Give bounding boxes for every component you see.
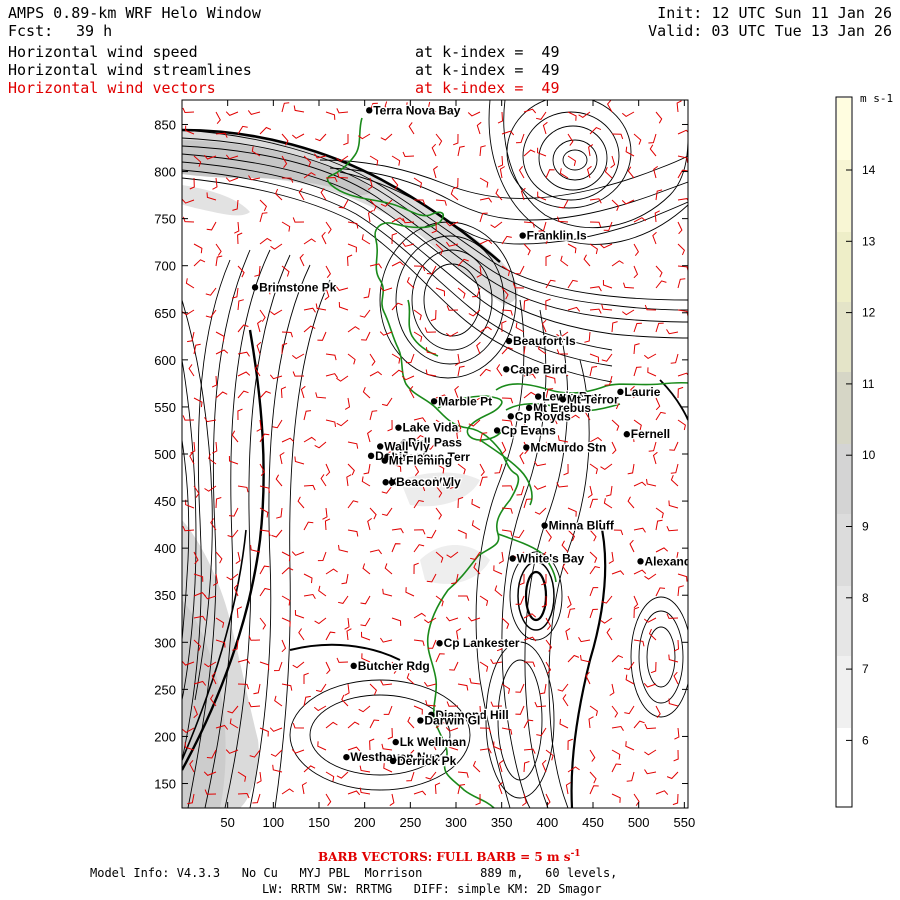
place-marker [436,640,443,647]
place-label: Minna Bluff [549,519,615,533]
place-label: Cape Bird [510,362,567,376]
place-marker [637,558,644,565]
place-marker [382,479,389,486]
colorbar-label: 7 [862,662,869,676]
colorbar-label: 8 [862,591,869,605]
y-tick-label: 350 [154,588,176,603]
y-tick-label: 500 [154,447,176,462]
place-label: Darwin Gl [424,713,480,727]
place-label: Cp Evans [501,423,556,437]
place-label: Fernell [631,427,670,441]
y-tick-label: 550 [154,400,176,415]
colorbar-label: 11 [862,377,875,391]
place-marker [523,444,530,451]
place-marker [493,427,501,434]
x-tick-label: 50 [220,815,234,830]
place-label: Beacon Vly [396,475,461,489]
model-info-physics: LW: RRTM SW: RRTMG DIFF: simple KM: 2D S… [262,882,602,896]
place-marker [367,452,375,460]
colorbar: 14 13 12 11 10 9 8 7 6 [835,96,876,808]
barb-note-text: BARB VECTORS: FULL BARB = 5 m s [318,850,571,864]
colorbar-label: 10 [862,448,876,462]
x-tick-label: 250 [399,815,421,830]
x-tick-label: 500 [628,815,650,830]
colorbar-label: 6 [862,733,869,747]
place-marker [417,717,424,724]
y-tick-label: 850 [154,117,176,132]
place-label: Beaufort Is [513,334,576,348]
place-marker [392,738,399,746]
place-label: Butcher Rdg [358,659,430,673]
y-tick-label: 700 [154,259,176,274]
place-label: Lake Vida [402,421,458,435]
place-label: Lk Wellman [400,735,466,749]
place-marker [509,555,516,562]
place-label: Laurie [624,385,660,399]
place-marker [388,479,396,486]
colorbar-label: 9 [862,520,869,534]
y-tick-label: 300 [154,635,176,650]
place-label: Cp Royds [515,409,571,423]
place-label: Derrick Pk [397,754,457,768]
y-tick-label: 750 [154,212,176,227]
y-tick-label: 400 [154,541,176,556]
colorbar-label: 12 [862,306,876,320]
map-svg: Terra Nova Bay Franklin Is Brimstone Pk Bea… [154,96,876,830]
place-marker [389,757,397,765]
place-label: Mt Fleming [389,454,452,468]
place-label: Marble Pt [438,394,492,408]
x-tick-label: 400 [536,815,558,830]
x-tick-label: 550 [673,815,695,830]
place-marker [395,424,402,431]
x-tick-label: 300 [445,815,467,830]
place-marker [505,337,513,345]
place-label: Alexander [645,554,703,568]
y-tick-label: 250 [154,682,176,697]
barb-vector-note: BARB VECTORS: FULL BARB = 5 m s-1 [318,849,581,864]
place-marker [366,107,373,114]
y-tick-label: 200 [154,729,176,744]
place-label: Terra Nova Bay [373,103,460,117]
place-marker [381,457,388,464]
colorbar-label: 13 [862,234,876,248]
y-tick-label: 600 [154,353,176,368]
x-tick-label: 100 [262,815,284,830]
place-marker [343,753,350,761]
place-marker [251,284,259,291]
place-label: Brimstone Pk [259,280,337,294]
y-tick-label: 800 [154,165,176,180]
place-marker [535,393,542,400]
place-marker [350,662,357,670]
place-label: Franklin Is [527,229,587,243]
colorbar-unit: m s-1 [860,92,894,105]
place-label: Cp Lankester [444,636,520,650]
place-marker [541,522,548,529]
y-tick-label: 650 [154,306,176,321]
place-marker [430,398,438,405]
model-info: Model Info: V4.3.3 No Cu MYJ PBL Morriso… [90,866,618,880]
place-marker [507,413,515,420]
x-tick-label: 200 [354,815,376,830]
x-tick-label: 150 [308,815,330,830]
x-tick-label: 350 [491,815,513,830]
x-tick-label: 450 [582,815,604,830]
barb-note-unit-exponent: -1 [570,849,581,859]
place-marker [623,431,631,438]
place-label: White's Bay [517,552,585,566]
y-tick-label: 150 [154,777,176,792]
place-label: McMurdo Stn [530,440,606,454]
place-marker [503,366,510,373]
place-marker [519,232,526,239]
colorbar-label: 14 [862,163,876,177]
y-tick-label: 450 [154,494,176,509]
